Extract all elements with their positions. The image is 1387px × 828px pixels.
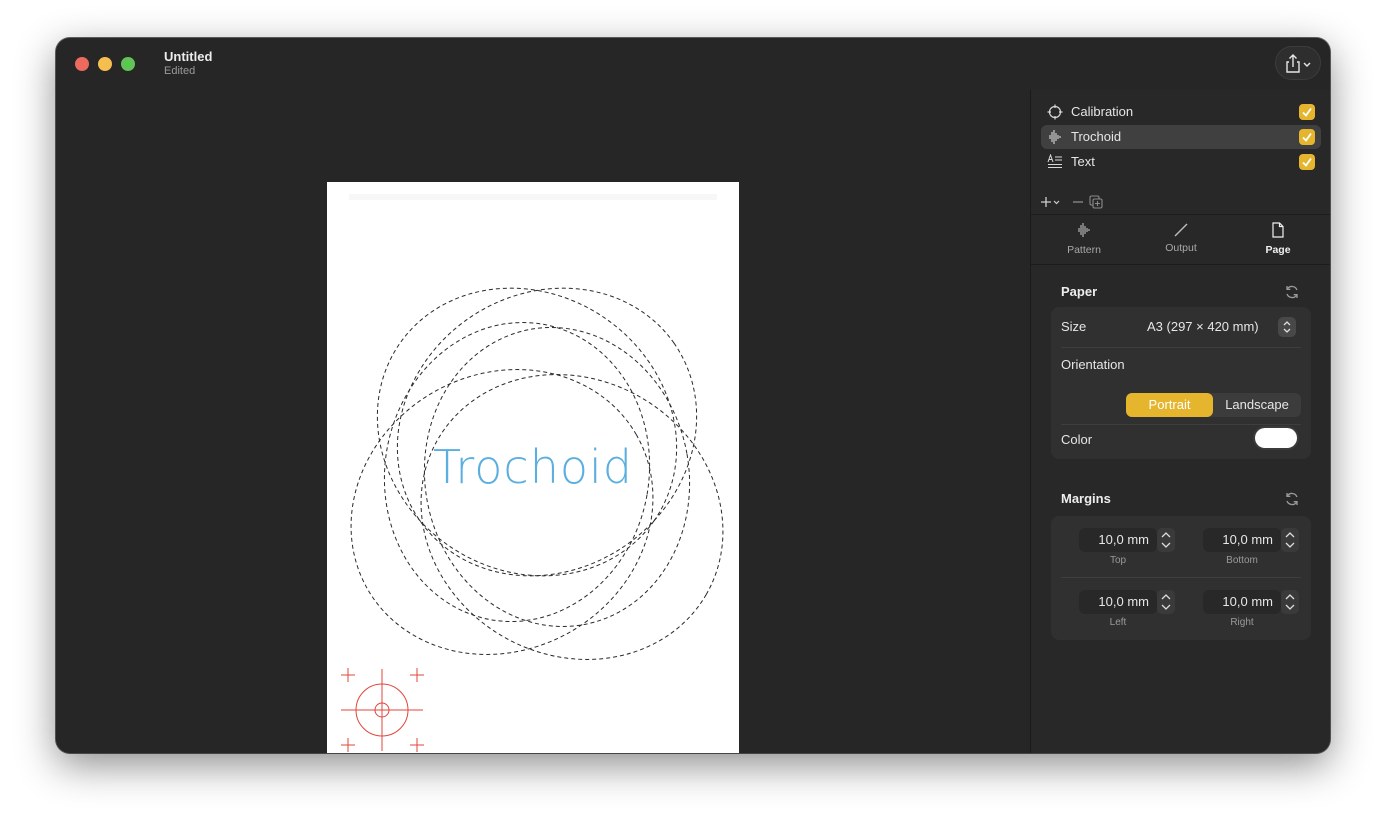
layer-visibility-checkbox[interactable] bbox=[1299, 154, 1315, 170]
margin-top-field[interactable]: 10,0 mm bbox=[1079, 528, 1157, 552]
margin-top-caption: Top bbox=[1109, 555, 1127, 566]
divider bbox=[1031, 264, 1330, 265]
page-title-text: Trochoid bbox=[433, 440, 633, 494]
tab-pattern[interactable]: Pattern bbox=[1049, 222, 1119, 262]
margins-settings-group: 10,0 mm Top 10,0 mm Bottom 10,0 mm Left bbox=[1051, 516, 1311, 640]
divider bbox=[1031, 214, 1330, 215]
margin-left-value: 10,0 mm bbox=[1098, 594, 1149, 609]
stepper-arrows-icon bbox=[1161, 532, 1171, 548]
chevron-updown-icon bbox=[1283, 321, 1291, 333]
tab-output[interactable]: Output bbox=[1146, 222, 1216, 262]
crosshair-icon bbox=[1047, 104, 1063, 120]
margin-right-caption: Right bbox=[1230, 617, 1254, 628]
add-layer-button[interactable] bbox=[1041, 197, 1060, 207]
waveform-icon bbox=[1049, 130, 1061, 144]
divider bbox=[1061, 577, 1301, 578]
orientation-portrait[interactable]: Portrait bbox=[1126, 393, 1213, 417]
margin-bottom-field[interactable]: 10,0 mm bbox=[1203, 528, 1281, 552]
inspector-sidebar: Calibration Trochoid Text Pattern Output… bbox=[1030, 90, 1330, 753]
checkmark-icon bbox=[1302, 132, 1312, 142]
paper-size-popup[interactable] bbox=[1278, 317, 1296, 337]
margin-left-stepper[interactable] bbox=[1157, 590, 1175, 614]
zoom-window-button[interactable] bbox=[121, 57, 135, 71]
orientation-segmented-control: Portrait Landscape bbox=[1126, 393, 1301, 417]
paper-color-well[interactable] bbox=[1255, 428, 1297, 448]
layer-visibility-checkbox[interactable] bbox=[1299, 104, 1315, 120]
canvas-area[interactable]: Trochoid bbox=[56, 90, 1030, 753]
app-window: Untitled Edited Trochoid Calibration Tro… bbox=[56, 38, 1330, 753]
margin-left-caption: Left bbox=[1109, 617, 1127, 628]
checkmark-icon bbox=[1302, 107, 1312, 117]
paper-settings-group: Size A3 (297 × 420 mm) Orientation Portr… bbox=[1051, 307, 1311, 459]
title-bar: Untitled Edited bbox=[56, 38, 1330, 90]
stepper-arrows-icon bbox=[1285, 532, 1295, 548]
divider bbox=[1061, 424, 1301, 425]
margin-right-stepper[interactable] bbox=[1281, 590, 1299, 614]
text-format-icon bbox=[1047, 154, 1062, 168]
margins-section-title: Margins bbox=[1061, 491, 1111, 506]
margin-right-field[interactable]: 10,0 mm bbox=[1203, 590, 1281, 614]
page-icon bbox=[1272, 222, 1284, 238]
layer-visibility-checkbox[interactable] bbox=[1299, 129, 1315, 145]
duplicate-layer-button[interactable] bbox=[1089, 195, 1103, 209]
orientation-label: Orientation bbox=[1061, 357, 1125, 372]
share-button[interactable] bbox=[1275, 46, 1321, 80]
margin-top-stepper[interactable] bbox=[1157, 528, 1175, 552]
stepper-arrows-icon bbox=[1285, 594, 1295, 610]
chevron-down-icon bbox=[1303, 62, 1311, 67]
layer-label: Trochoid bbox=[1071, 129, 1122, 144]
tab-label: Pattern bbox=[1067, 244, 1101, 256]
orientation-landscape[interactable]: Landscape bbox=[1213, 393, 1301, 417]
minimize-window-button[interactable] bbox=[98, 57, 112, 71]
waveform-icon bbox=[1078, 223, 1090, 237]
paper-size-value[interactable]: A3 (297 × 420 mm) bbox=[1147, 319, 1259, 334]
color-label: Color bbox=[1061, 432, 1093, 447]
margin-bottom-value: 10,0 mm bbox=[1222, 532, 1273, 547]
close-window-button[interactable] bbox=[75, 57, 89, 71]
layer-row-trochoid[interactable]: Trochoid bbox=[1041, 125, 1321, 149]
checkmark-icon bbox=[1302, 157, 1312, 167]
document-status: Edited bbox=[164, 65, 196, 77]
layer-toolbar bbox=[1041, 195, 1103, 209]
tab-label: Page bbox=[1265, 244, 1291, 256]
margin-bottom-stepper[interactable] bbox=[1281, 528, 1299, 552]
margin-top-value: 10,0 mm bbox=[1098, 532, 1149, 547]
pen-icon bbox=[1174, 223, 1188, 237]
tab-page[interactable]: Page bbox=[1243, 222, 1313, 262]
stepper-arrows-icon bbox=[1161, 594, 1171, 610]
divider bbox=[1061, 347, 1301, 348]
margin-left-field[interactable]: 10,0 mm bbox=[1079, 590, 1157, 614]
layer-row-text[interactable]: Text bbox=[1041, 150, 1321, 174]
tab-label: Output bbox=[1165, 242, 1197, 254]
paper-section-title: Paper bbox=[1061, 284, 1098, 299]
share-icon bbox=[1286, 54, 1311, 73]
layer-row-calibration[interactable]: Calibration bbox=[1041, 100, 1321, 124]
paper-preview[interactable]: Trochoid bbox=[327, 182, 739, 753]
margin-right-value: 10,0 mm bbox=[1222, 594, 1273, 609]
document-title: Untitled bbox=[164, 49, 213, 64]
reset-margins-icon[interactable] bbox=[1284, 491, 1300, 507]
size-label: Size bbox=[1061, 319, 1087, 334]
margin-bottom-caption: Bottom bbox=[1226, 555, 1258, 566]
layer-label: Calibration bbox=[1071, 104, 1134, 119]
calibration-marks bbox=[341, 668, 424, 752]
reset-paper-icon[interactable] bbox=[1284, 284, 1300, 300]
layer-label: Text bbox=[1071, 154, 1095, 169]
